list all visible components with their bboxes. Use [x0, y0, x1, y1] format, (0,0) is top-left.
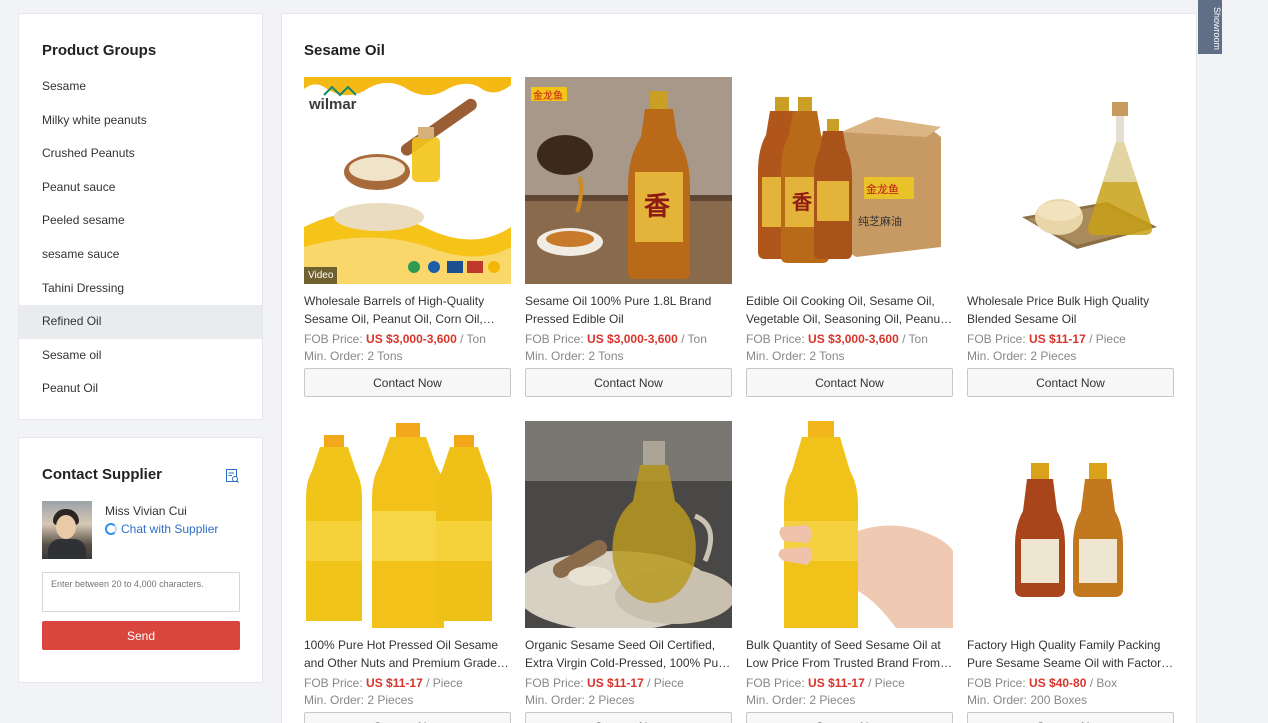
- product-price: FOB Price: US $3,000-3,600 / Ton: [746, 332, 928, 346]
- business-card-icon[interactable]: [226, 469, 239, 483]
- box-brand-text: 金龙鱼: [866, 182, 899, 196]
- product-list-panel: Sesame Oil wilmar Video Wholesale Barrel…: [281, 13, 1197, 723]
- group-item-peanut-sauce[interactable]: Peanut sauce: [19, 171, 262, 205]
- contact-now-button[interactable]: Contact Now: [746, 368, 953, 397]
- product-title[interactable]: Factory High Quality Family Packing Pure…: [967, 637, 1174, 672]
- product-title[interactable]: Sesame Oil 100% Pure 1.8L Brand Pressed …: [525, 293, 732, 328]
- product-title[interactable]: Bulk Quantity of Seed Sesame Oil at Low …: [746, 637, 953, 672]
- group-item-milky-white-peanuts[interactable]: Milky white peanuts: [19, 104, 262, 138]
- product-min-order: Min. Order: 2 Tons: [304, 349, 403, 363]
- product-image[interactable]: [746, 421, 953, 628]
- supplier-name: Miss Vivian Cui: [105, 504, 187, 518]
- contact-now-button[interactable]: Contact Now: [746, 712, 953, 723]
- product-card: Factory High Quality Family Packing Pure…: [967, 421, 1174, 723]
- product-price: FOB Price: US $11-17 / Piece: [967, 332, 1126, 346]
- product-card: 金龙鱼 纯芝麻油 香 Edible Oil Cooking Oil, Sesam…: [746, 77, 953, 397]
- contact-now-button[interactable]: Contact Now: [967, 712, 1174, 723]
- product-image[interactable]: [525, 421, 732, 628]
- price-value: US $11-17: [808, 676, 865, 690]
- price-value: US $40-80: [1029, 676, 1087, 690]
- product-title[interactable]: Wholesale Price Bulk High Quality Blende…: [967, 293, 1174, 328]
- product-image[interactable]: 金龙鱼 纯芝麻油 香: [746, 77, 953, 284]
- message-input[interactable]: [42, 572, 240, 612]
- product-image[interactable]: wilmar Video: [304, 77, 511, 284]
- product-image[interactable]: 香 金龙鱼: [525, 77, 732, 284]
- product-groups-panel: Product Groups Sesame Milky white peanut…: [18, 13, 263, 420]
- contact-now-button[interactable]: Contact Now: [525, 368, 732, 397]
- product-price: FOB Price: US $3,000-3,600 / Ton: [525, 332, 707, 346]
- contact-supplier-title: Contact Supplier: [42, 466, 163, 483]
- supplier-avatar: [42, 501, 92, 559]
- product-image[interactable]: [967, 77, 1174, 284]
- product-image[interactable]: [967, 421, 1174, 628]
- chat-with-supplier-label: Chat with Supplier: [121, 522, 219, 536]
- product-title[interactable]: Organic Sesame Seed Oil Certified, Extra…: [525, 637, 732, 672]
- product-price: FOB Price: US $3,000-3,600 / Ton: [304, 332, 486, 346]
- contact-supplier-panel: Contact Supplier Miss Vivian Cui Chat wi…: [18, 437, 263, 683]
- group-item-refined-oil[interactable]: Refined Oil: [19, 305, 262, 339]
- price-value: US $11-17: [366, 676, 423, 690]
- product-price: FOB Price: US $40-80 / Box: [967, 676, 1118, 690]
- product-card: 100% Pure Hot Pressed Oil Sesame and Oth…: [304, 421, 511, 723]
- product-title[interactable]: Wholesale Barrels of High-Quality Sesame…: [304, 293, 511, 328]
- xiang-character: 香: [792, 190, 813, 214]
- product-min-order: Min. Order: 2 Pieces: [746, 693, 856, 707]
- group-item-crushed-peanuts[interactable]: Crushed Peanuts: [19, 137, 262, 171]
- product-groups-title: Product Groups: [42, 42, 157, 59]
- page-title: Sesame Oil: [304, 42, 385, 59]
- group-item-peeled-sesame[interactable]: Peeled sesame: [19, 204, 262, 238]
- product-price: FOB Price: US $11-17 / Piece: [746, 676, 905, 690]
- price-value: US $3,000-3,600: [366, 332, 457, 346]
- product-min-order: Min. Order: 2 Tons: [746, 349, 845, 363]
- chat-with-supplier-link[interactable]: Chat with Supplier: [105, 522, 218, 536]
- product-min-order: Min. Order: 200 Boxes: [967, 693, 1088, 707]
- product-title[interactable]: Edible Oil Cooking Oil, Sesame Oil, Vege…: [746, 293, 953, 328]
- price-value: US $11-17: [1029, 332, 1086, 346]
- product-min-order: Min. Order: 2 Pieces: [525, 693, 635, 707]
- product-card: Organic Sesame Seed Oil Certified, Extra…: [525, 421, 732, 723]
- product-groups-list: Sesame Milky white peanuts Crushed Peanu…: [19, 70, 262, 406]
- box-product-text: 纯芝麻油: [858, 214, 902, 228]
- product-card: Bulk Quantity of Seed Sesame Oil at Low …: [746, 421, 953, 723]
- group-item-tahini-dressing[interactable]: Tahini Dressing: [19, 272, 262, 306]
- contact-now-button[interactable]: Contact Now: [967, 368, 1174, 397]
- product-price: FOB Price: US $11-17 / Piece: [525, 676, 684, 690]
- price-value: US $3,000-3,600: [587, 332, 678, 346]
- product-min-order: Min. Order: 2 Tons: [525, 349, 624, 363]
- group-item-sesame-oil[interactable]: Sesame oil: [19, 339, 262, 373]
- group-item-sesame-sauce[interactable]: sesame sauce: [19, 238, 262, 272]
- wilmar-logo-text: wilmar: [308, 96, 357, 113]
- send-button[interactable]: Send: [42, 621, 240, 650]
- group-item-peanut-oil[interactable]: Peanut Oil: [19, 372, 262, 406]
- product-min-order: Min. Order: 2 Pieces: [967, 349, 1077, 363]
- chat-icon: [105, 523, 117, 535]
- price-value: US $3,000-3,600: [808, 332, 899, 346]
- product-price: FOB Price: US $11-17 / Piece: [304, 676, 463, 690]
- contact-now-button[interactable]: Contact Now: [304, 712, 511, 723]
- contact-now-button[interactable]: Contact Now: [304, 368, 511, 397]
- xiang-character: 香: [644, 192, 670, 222]
- product-min-order: Min. Order: 2 Pieces: [304, 693, 414, 707]
- price-value: US $11-17: [587, 676, 644, 690]
- brand-logo-text: 金龙鱼: [533, 89, 563, 102]
- product-card: wilmar Video Wholesale Barrels of High-Q…: [304, 77, 511, 397]
- product-card: Wholesale Price Bulk High Quality Blende…: [967, 77, 1174, 397]
- contact-now-button[interactable]: Contact Now: [525, 712, 732, 723]
- product-card: 香 金龙鱼 Sesame Oil 100% Pure 1.8L Brand Pr…: [525, 77, 732, 397]
- video-badge: Video: [304, 267, 338, 284]
- product-title[interactable]: 100% Pure Hot Pressed Oil Sesame and Oth…: [304, 637, 511, 672]
- group-item-sesame[interactable]: Sesame: [19, 70, 262, 104]
- showroom-tab[interactable]: Showroom: [1198, 0, 1222, 54]
- product-image[interactable]: [304, 421, 511, 628]
